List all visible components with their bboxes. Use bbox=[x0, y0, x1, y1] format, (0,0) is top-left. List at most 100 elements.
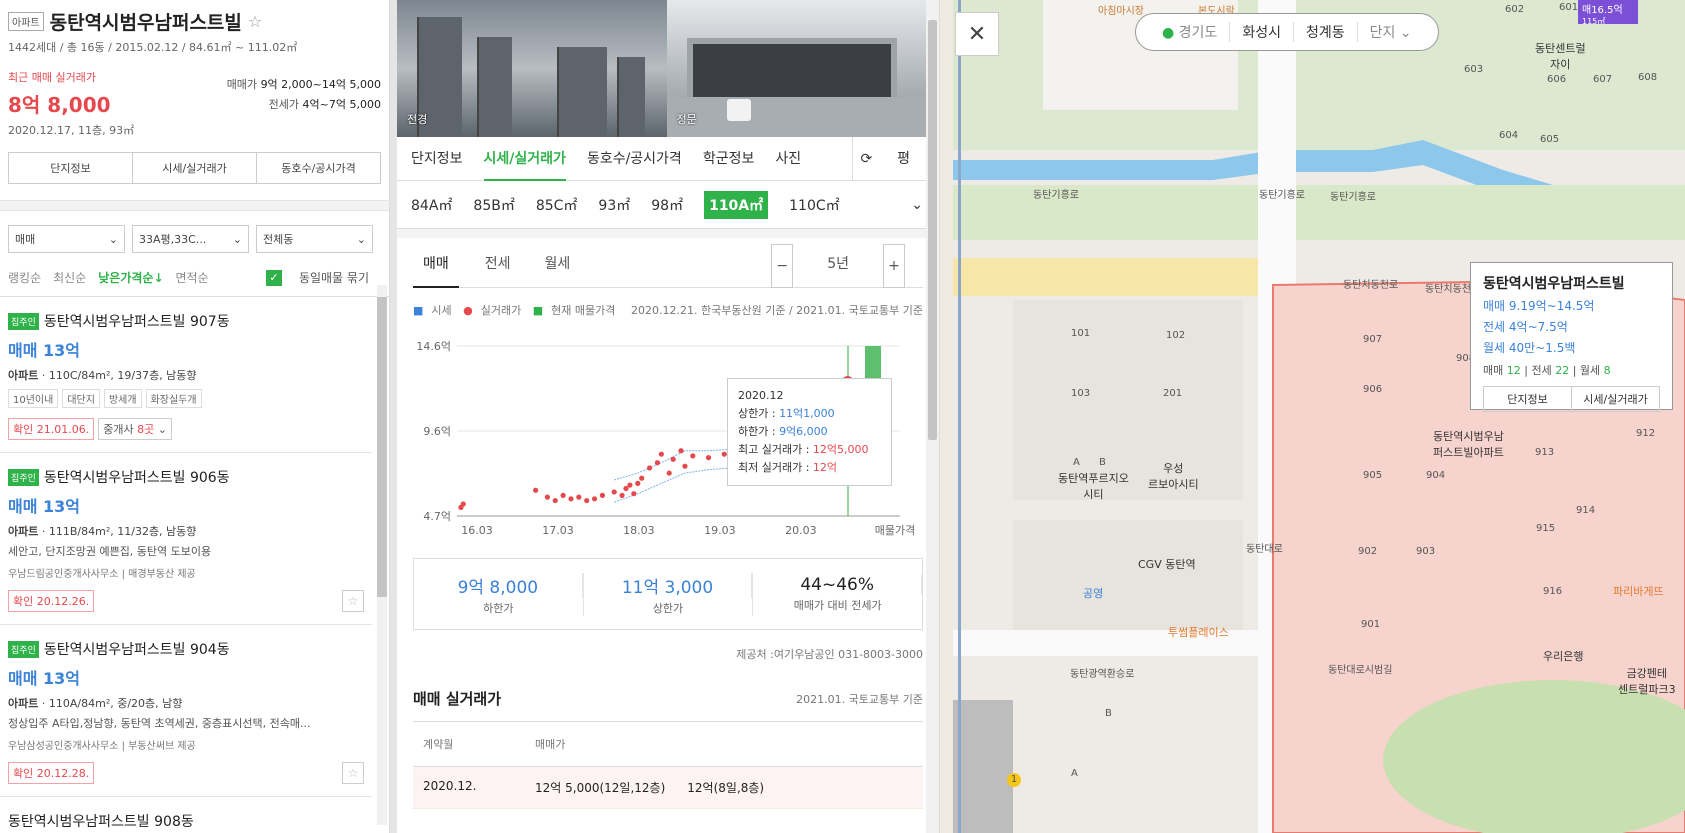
tab-price[interactable]: 시세/실거래가 bbox=[133, 153, 257, 183]
listing-price: 매매 13억 bbox=[8, 341, 80, 360]
listing-provider: 매경부동산 제공 bbox=[128, 569, 196, 580]
group-listings-toggle[interactable]: ✓ 동일매물 묶기 bbox=[265, 269, 381, 286]
recent-price: 8억 8,000 bbox=[8, 93, 111, 117]
plus-button[interactable]: + bbox=[883, 243, 905, 288]
tab-complex-info[interactable]: 단지정보 bbox=[411, 137, 463, 181]
list-scrollbar[interactable] bbox=[377, 285, 387, 825]
tab-unit-price[interactable]: 동호수/공시가격 bbox=[257, 153, 380, 183]
map-poi[interactable]: 동탄역시범우남 퍼스트빌아파트 bbox=[1433, 428, 1504, 460]
list-item[interactable]: 집주인 동탄역시범우남퍼스트빌 906동 매매 13억 아파트 · 111B/84… bbox=[0, 453, 372, 625]
tab-monthly[interactable]: 월세 bbox=[537, 244, 579, 288]
map-poi[interactable]: 투썸플레이스 bbox=[1168, 624, 1229, 640]
sale-range-label: 매매가 bbox=[226, 78, 258, 91]
chart-legend: ■ 시세 ● 실거래가 ■ 현재 매물가격 2020.12.21. 한국부동산원 기준… bbox=[413, 302, 923, 318]
chevron-down-icon[interactable]: ⌄ bbox=[911, 197, 923, 213]
real-trade-point bbox=[670, 456, 676, 462]
map-label: 602 bbox=[1505, 4, 1525, 15]
scrollbar-thumb[interactable] bbox=[377, 297, 387, 597]
legend-item: 현재 매물가격 bbox=[551, 304, 616, 317]
map-poi[interactable]: 동탄역푸르지오 시티 bbox=[1058, 470, 1129, 502]
confirm-date: 확인 21.01.06. bbox=[8, 418, 95, 440]
agency-name: 우남드림공인중개사사무소 bbox=[8, 569, 119, 580]
map-poi[interactable]: 파리바게뜨 bbox=[1613, 583, 1664, 599]
sort-latest[interactable]: 최신순 bbox=[53, 269, 86, 286]
size-option[interactable]: 85C㎡ bbox=[536, 195, 578, 215]
popup-complex-info-button[interactable]: 단지정보 bbox=[1484, 387, 1572, 411]
map-poi[interactable]: 금강펜테 센트럴파크3 bbox=[1618, 665, 1676, 697]
trades-table-header: 계약월 매매가 bbox=[413, 722, 923, 767]
close-button[interactable]: ✕ bbox=[955, 12, 999, 56]
tab-school[interactable]: 학군정보 bbox=[703, 137, 755, 181]
star-icon[interactable]: ☆ bbox=[248, 12, 262, 31]
tab-price[interactable]: 시세/실거래가 bbox=[483, 137, 566, 181]
map-label: 906 bbox=[1363, 384, 1383, 395]
tab-sale[interactable]: 매매 bbox=[413, 244, 459, 288]
real-trade-point bbox=[654, 460, 661, 466]
star-icon[interactable]: ☆ bbox=[342, 590, 364, 612]
sort-bar: 랭킹순 최신순 낮은가격순↓ 면적순 ✓ 동일매물 묶기 bbox=[0, 253, 389, 297]
scrollbar-thumb[interactable] bbox=[928, 20, 937, 440]
photo-overview[interactable]: 전경 bbox=[397, 0, 667, 137]
agents-dropdown[interactable]: 중개사 8곳 ⌄ bbox=[98, 418, 172, 440]
breadcrumb-complex[interactable]: 단지 ⌄ bbox=[1358, 22, 1424, 42]
sort-area[interactable]: 면적순 bbox=[176, 269, 209, 286]
size-option[interactable]: 93㎡ bbox=[598, 195, 630, 215]
tab-jeonse[interactable]: 전세 bbox=[477, 244, 519, 288]
table-row: 2020.12. 12억 5,000(12일,12층) 12억(8일,8층) bbox=[413, 767, 923, 809]
chip: 화장실두개 bbox=[145, 389, 202, 408]
listing-name: 동탄역시범우남퍼스트빌 908동 bbox=[8, 814, 194, 830]
map-label: 606 bbox=[1547, 74, 1567, 85]
size-option[interactable]: 98㎡ bbox=[651, 195, 683, 215]
chart-tooltip: 2020.12 상한가 : 11억1,000 하한가 : 9억6,000 최고 … bbox=[727, 378, 892, 486]
listing-features: 정상입주 A타입,정남향, 동탄역 초역세권, 중층표시선택, 전속매... bbox=[8, 717, 311, 730]
map-poi[interactable]: 우성 르보아시티 bbox=[1148, 460, 1199, 492]
filter-bar: 매매 ⌄ 33A평,33C... ⌄ 전체동 ⌄ bbox=[0, 211, 389, 253]
location-breadcrumb[interactable]: ● 경기도 화성시 청계동 단지 ⌄ bbox=[1135, 13, 1439, 51]
divider bbox=[0, 200, 389, 211]
sort-low-price[interactable]: 낮은가격순↓ bbox=[98, 269, 163, 286]
real-trade-point bbox=[584, 497, 590, 504]
list-item[interactable]: 집주인 동탄역시범우남퍼스트빌 907동 매매 13억 아파트 · 110C/84… bbox=[0, 297, 372, 453]
real-trade-point bbox=[631, 491, 637, 497]
price-marker[interactable]: 매16.5억 115㎡ bbox=[1578, 0, 1638, 26]
real-trade-point bbox=[591, 496, 598, 502]
van-shape bbox=[726, 99, 751, 121]
map-poi[interactable]: 공영 bbox=[1083, 585, 1103, 601]
price-chart[interactable]: 14.6억 9.6억 4.7억 16.03 17.03 18.03 19.03 20.03 매물… bbox=[405, 326, 939, 546]
photo-gate[interactable]: 정문 bbox=[666, 0, 939, 137]
size-option[interactable]: 85B㎡ bbox=[473, 195, 514, 215]
real-trade-point bbox=[544, 494, 550, 500]
popup-price-button[interactable]: 시세/실거래가 bbox=[1572, 387, 1659, 411]
map-poi[interactable]: 동탄센트럴 자이 bbox=[1535, 40, 1586, 72]
map-label: 동탄대로시범길 bbox=[1328, 665, 1393, 676]
star-icon[interactable]: ☆ bbox=[342, 762, 364, 784]
dong-select[interactable]: 전체동 ⌄ bbox=[256, 225, 373, 253]
tab-complex-info[interactable]: 단지정보 bbox=[9, 153, 133, 183]
map-poi[interactable]: CGV 동탄역 bbox=[1138, 556, 1196, 572]
trade-select[interactable]: 매매 ⌄ bbox=[8, 225, 125, 253]
tab-unit-price[interactable]: 동호수/공시가격 bbox=[587, 137, 682, 181]
list-item[interactable]: 집주인 동탄역시범우남퍼스트빌 904동 매매 13억 아파트 · 110A/84… bbox=[0, 625, 372, 797]
area-select[interactable]: 33A평,33C... ⌄ bbox=[132, 225, 249, 253]
size-option[interactable]: 110C㎡ bbox=[789, 195, 840, 215]
tab-photos[interactable]: 사진 bbox=[775, 137, 801, 181]
checkbox-checked-icon[interactable]: ✓ bbox=[265, 269, 282, 286]
size-option[interactable]: 84A㎡ bbox=[411, 195, 452, 215]
subway-station-icon[interactable]: 1 bbox=[1007, 773, 1021, 787]
breadcrumb-province[interactable]: ● 경기도 bbox=[1150, 22, 1231, 42]
sort-ranking[interactable]: 랭킹순 bbox=[8, 269, 41, 286]
breadcrumb-dong[interactable]: 청계동 bbox=[1294, 22, 1358, 42]
minus-button[interactable]: − bbox=[771, 243, 794, 288]
deal-tabs: 매매 전세 월세 − 5년 + bbox=[413, 243, 923, 288]
complex-popup[interactable]: 동탄역시범우남퍼스트빌 매매 9.19억~14.5억 전세 4억~7.5억 월세… bbox=[1470, 262, 1673, 412]
map-poi[interactable]: 우리은행 bbox=[1543, 648, 1583, 664]
map-label: 915 bbox=[1536, 523, 1556, 534]
list-item[interactable]: 동탄역시범우남퍼스트빌 908동 bbox=[0, 797, 372, 833]
map-view[interactable]: 아침마시장 본도시락 동탄기흥로 동탄기흥로 동탄기흥로 동탄치동천로 동탄치동… bbox=[953, 0, 1685, 833]
breadcrumb-city[interactable]: 화성시 bbox=[1230, 22, 1294, 42]
size-option-selected[interactable]: 110A㎡ bbox=[704, 190, 769, 219]
listing-type: 아파트 bbox=[8, 369, 39, 382]
x-tick-label: 매물가격 bbox=[875, 524, 915, 537]
panel-scrollbar[interactable] bbox=[926, 0, 939, 833]
map-label: B bbox=[1105, 708, 1112, 719]
